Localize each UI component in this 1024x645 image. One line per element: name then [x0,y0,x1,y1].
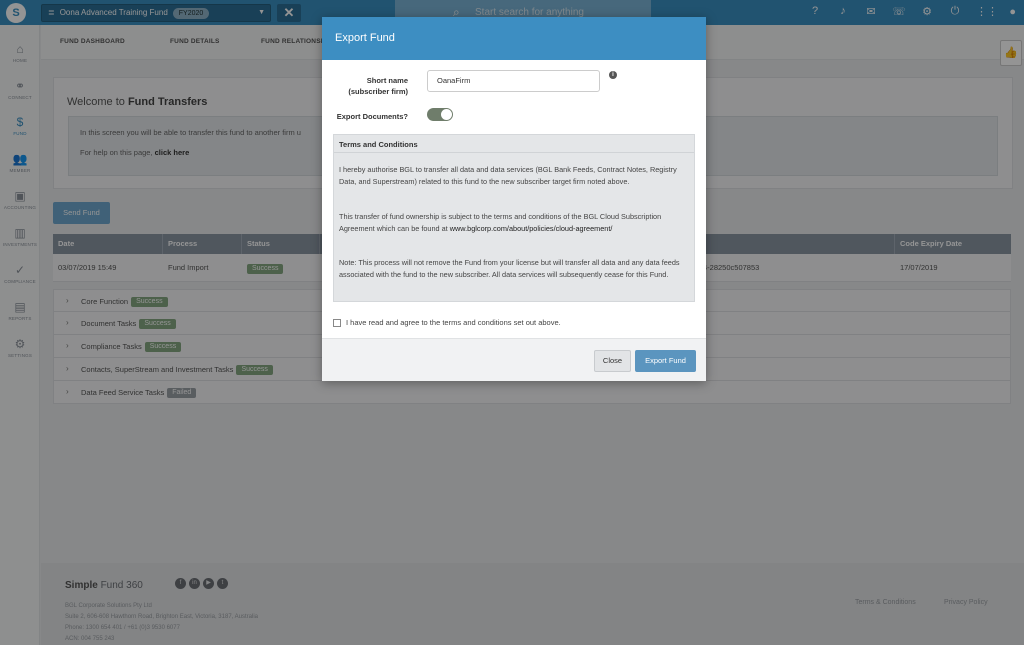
terms-paragraph-2: This transfer of fund ownership is subje… [339,212,662,233]
agree-checkbox[interactable] [333,318,341,327]
terms-paragraph-3: Note: This process will not remove the F… [339,258,680,279]
export-fund-modal: Export Fund Short name (subscriber firm)… [322,17,706,381]
short-name-input[interactable]: OanaFirm [427,70,600,92]
agreement-link[interactable]: www.bglcorp.com/about/policies/cloud-agr… [450,224,613,233]
modal-footer: Close Export Fund [322,338,706,381]
terms-panel: Terms and Conditions I hereby authorise … [333,134,695,302]
terms-title: Terms and Conditions [334,135,694,153]
info-icon[interactable]: i [609,71,617,79]
agree-checkbox-row[interactable]: I have read and agree to the terms and c… [333,318,561,327]
export-documents-toggle[interactable] [427,108,453,121]
export-documents-label: Export Documents? [336,112,408,121]
agree-label: I have read and agree to the terms and c… [346,318,561,327]
modal-header: Export Fund [322,17,706,60]
modal-title: Export Fund [335,32,395,44]
close-button[interactable]: Close [594,350,631,372]
toggle-knob [441,109,452,120]
short-name-label: Short name (subscriber firm) [348,76,408,96]
export-fund-button[interactable]: Export Fund [635,350,696,372]
terms-paragraph-1: I hereby authorise BGL to transfer all d… [339,165,677,186]
